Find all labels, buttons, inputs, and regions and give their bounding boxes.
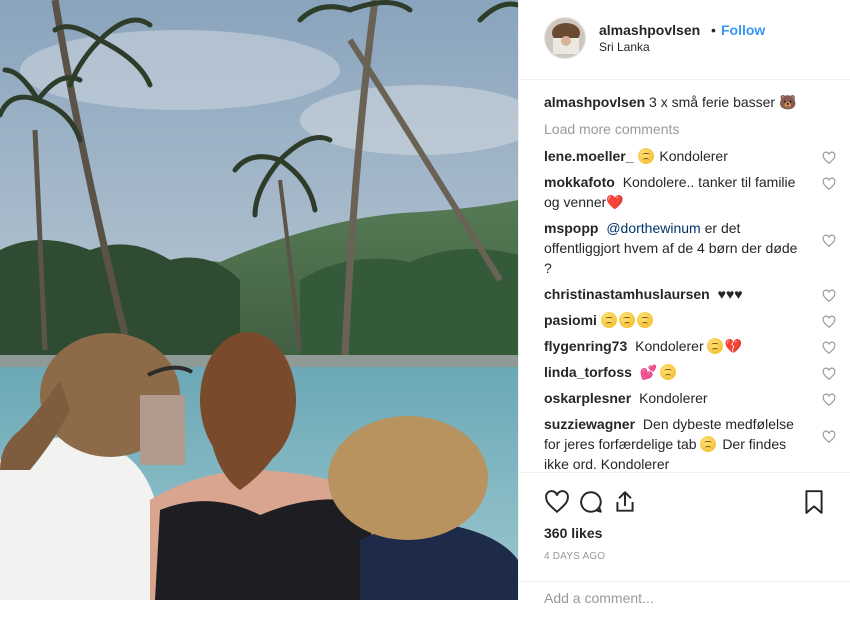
comment-username[interactable]: flygenring73 (544, 338, 627, 354)
post-side-panel: almashpovlsen • Follow Sri Lanka almashp… (518, 0, 850, 606)
like-comment-heart-icon[interactable] (822, 315, 836, 329)
comment-username[interactable]: linda_torfoss (544, 364, 632, 380)
like-comment-heart-icon[interactable] (822, 289, 836, 303)
header-username[interactable]: almashpovlsen (599, 22, 700, 38)
post-caption: almashpovlsen 3 x små ferie basser 🐻 (544, 93, 834, 111)
like-comment-heart-icon[interactable] (822, 367, 836, 381)
comment-item: lene.moeller_ Kondolerer (544, 144, 836, 170)
sad-face-emoji-icon (660, 364, 677, 380)
like-comment-heart-icon[interactable] (822, 234, 836, 248)
bookmark-icon[interactable] (801, 489, 827, 515)
avatar-image (545, 18, 585, 58)
add-comment-input[interactable] (544, 590, 824, 606)
comment-text: Kondolerer (639, 390, 708, 406)
comment-item: mokkafoto Kondolere.. tanker til familie… (544, 170, 836, 216)
avatar[interactable] (544, 17, 586, 59)
instagram-post: almashpovlsen • Follow Sri Lanka almashp… (0, 0, 850, 606)
sad-face-emoji-icon (637, 148, 654, 164)
comment-username[interactable]: lene.moeller_ (544, 148, 634, 164)
caption-text: 3 x små ferie basser 🐻 (649, 94, 797, 110)
comment-text: Kondolerer (635, 338, 704, 354)
comment-username[interactable]: pasiomi (544, 312, 597, 328)
comments-section[interactable]: almashpovlsen 3 x små ferie basser 🐻 Loa… (519, 80, 850, 472)
sad-face-emoji-icon (618, 312, 635, 328)
post-photo-image (0, 0, 518, 600)
comment-bubble-icon[interactable] (578, 489, 604, 515)
sad-face-emoji-icon (600, 312, 617, 328)
comment-text: Kondolerer (659, 148, 728, 164)
comment-item: pasiomi (544, 308, 836, 334)
like-comment-heart-icon[interactable] (822, 151, 836, 165)
add-comment-box (519, 581, 850, 621)
post-time-ago: 4 DAYS AGO (544, 551, 606, 562)
comment-mention-link[interactable]: @dorthewinum (606, 220, 700, 236)
comment-item: linda_torfoss 💕 (544, 360, 836, 386)
like-comment-heart-icon[interactable] (822, 430, 836, 444)
broken-heart-emoji-icon: 💔 (724, 338, 743, 354)
comment-list: lene.moeller_ Kondolerer mokkafoto Kondo… (544, 144, 836, 472)
sad-face-emoji-icon (636, 312, 653, 328)
comment-username[interactable]: oskarplesner (544, 390, 631, 406)
sad-face-emoji-icon (706, 338, 723, 354)
location-link[interactable]: Sri Lanka (599, 40, 650, 54)
sad-face-emoji-icon (700, 436, 717, 452)
comment-item: christinastamhuslaursen ♥♥♥ (544, 282, 836, 308)
comment-text: 💕 (639, 364, 658, 380)
caption-username[interactable]: almashpovlsen (544, 94, 645, 110)
comment-username[interactable]: christinastamhuslaursen (544, 286, 710, 302)
header-separator: • (711, 22, 716, 38)
like-comment-heart-icon[interactable] (822, 341, 836, 355)
like-heart-icon[interactable] (544, 489, 570, 515)
comment-item: suzziewagner Den dybeste medfølelse for … (544, 412, 836, 472)
post-actions: 360 likes 4 DAYS AGO (519, 472, 850, 606)
comment-username[interactable]: mokkafoto (544, 174, 615, 190)
post-photo[interactable] (0, 0, 518, 600)
share-icon[interactable] (612, 489, 638, 515)
comment-item: flygenring73 Kondolerer 💔 (544, 334, 836, 360)
load-more-comments-button[interactable]: Load more comments (544, 121, 679, 137)
comment-text: ♥♥♥ (717, 286, 743, 302)
likes-count[interactable]: 360 likes (544, 525, 602, 541)
comment-username[interactable]: suzziewagner (544, 416, 635, 432)
like-comment-heart-icon[interactable] (822, 177, 836, 191)
post-header: almashpovlsen • Follow Sri Lanka (519, 0, 850, 80)
comment-username[interactable]: mspopp (544, 220, 598, 236)
comment-item: oskarplesner Kondolerer (544, 386, 836, 412)
like-comment-heart-icon[interactable] (822, 393, 836, 407)
follow-button[interactable]: Follow (721, 22, 765, 38)
comment-item: mspopp @dorthewinum er det offentliggjor… (544, 216, 836, 282)
